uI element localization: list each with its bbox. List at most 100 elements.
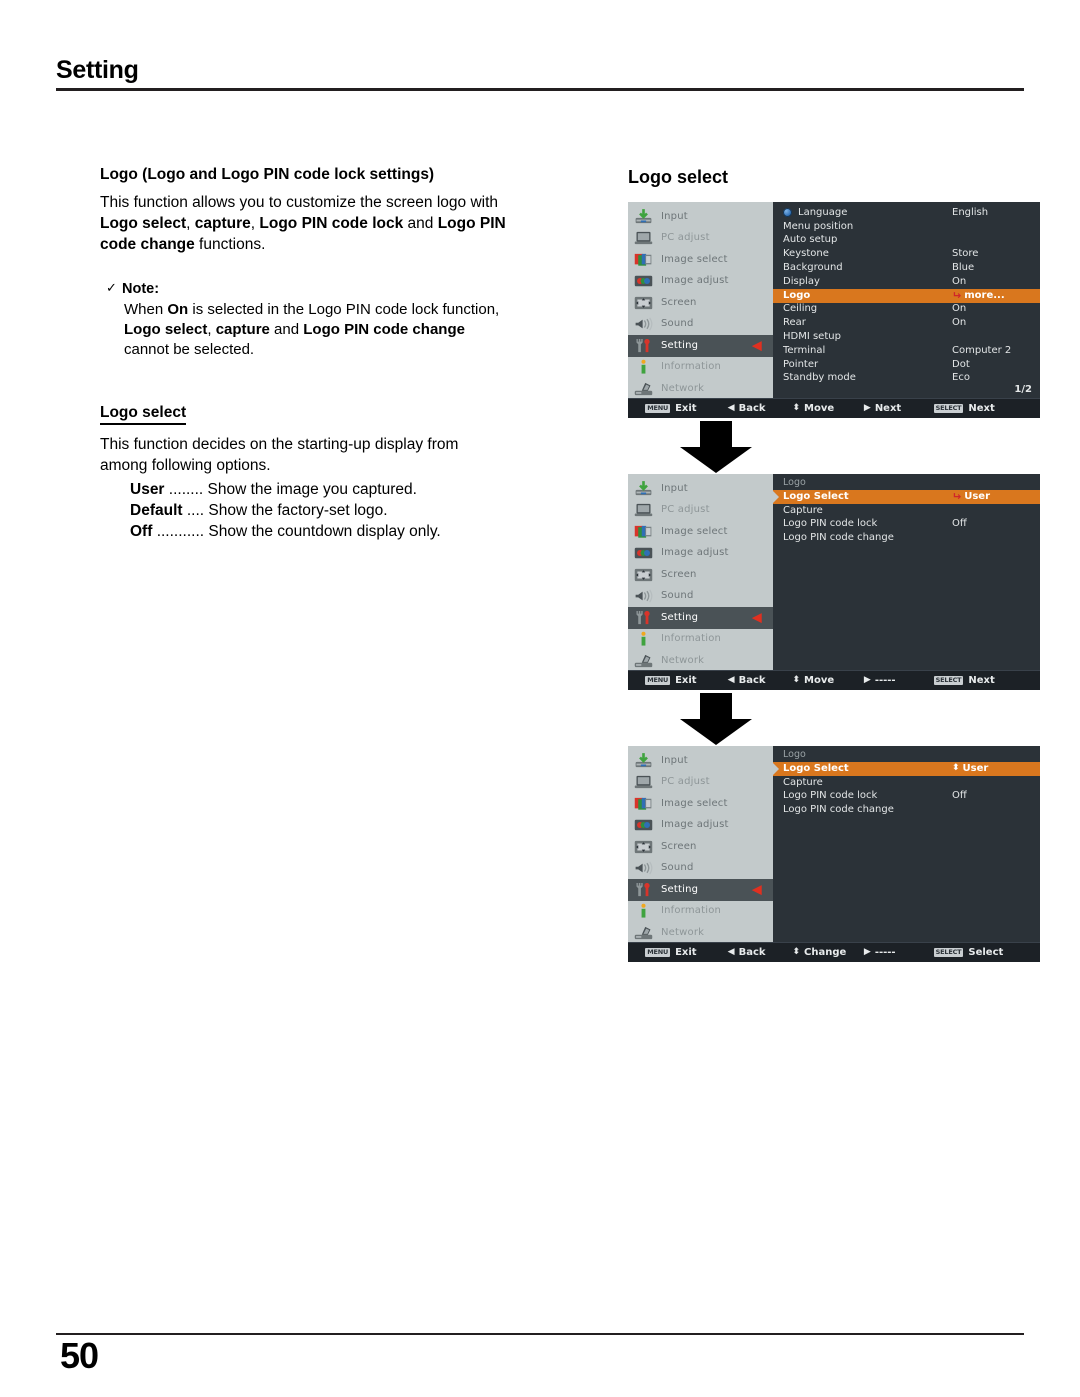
menu-item-label: Display	[783, 275, 820, 287]
sidebar-item-label: PC adjust	[661, 504, 710, 516]
menu-item-value: ⬍ User	[952, 762, 1034, 774]
sidebar-item-network[interactable]: Network	[628, 378, 773, 400]
osd-footer-hint-change: ⬍ Change	[792, 947, 846, 958]
menu-item-auto-setup[interactable]: Auto setup	[773, 234, 1040, 248]
menu-item-value: Off	[952, 790, 967, 802]
menu-item-value: Blue	[952, 262, 975, 274]
menu-item-label: Logo PIN code lock	[783, 518, 878, 530]
options-list: User ........ Show the image you capture…	[100, 479, 600, 542]
sidebar-item-setting[interactable]: Setting ◀	[628, 879, 782, 901]
sidebar-item-input[interactable]: Input	[628, 750, 773, 772]
menu-item-ceiling[interactable]: Ceiling On	[773, 303, 1040, 317]
sidebar-item-pc-adjust[interactable]: PC adjust	[628, 500, 773, 522]
sidebar-item-label: Image adjust	[661, 819, 729, 831]
footer-hint-label: Change	[804, 947, 847, 958]
osd-footer-hint--: ▶ -----	[864, 675, 896, 686]
footer-hint-label: Back	[738, 947, 766, 958]
menu-item-logo[interactable]: Logo ↵ more...	[773, 288, 1040, 303]
sidebar-item-label: Setting	[661, 883, 699, 895]
menu-item-logo-pin-code-lock[interactable]: Logo PIN code lock Off	[773, 518, 1040, 532]
menu-item-rear[interactable]: Rear On	[773, 316, 1040, 330]
image-adjust-icon	[633, 816, 654, 834]
sidebar-active-caret-icon: ◀	[751, 338, 762, 354]
menu-item-logo-pin-code-change[interactable]: Logo PIN code change	[773, 531, 1040, 545]
sidebar-item-image-select[interactable]: Image select	[628, 249, 773, 271]
image-select-icon	[633, 251, 654, 269]
input-icon	[633, 752, 654, 770]
sidebar-item-label: Screen	[661, 840, 697, 852]
pc-adjust-icon	[633, 229, 654, 247]
osd-panel-title: Logo	[783, 749, 806, 760]
input-icon	[633, 208, 654, 226]
sidebar-item-setting[interactable]: Setting ◀	[628, 335, 782, 357]
menu-item-label: Logo Select	[783, 762, 849, 774]
sidebar-item-label: Image adjust	[661, 275, 729, 287]
sidebar-item-image-select[interactable]: Image select	[628, 521, 773, 543]
sidebar-item-screen[interactable]: Screen	[628, 292, 773, 314]
footer-glyph-icon: ⬍	[792, 403, 800, 413]
network-icon	[633, 380, 654, 398]
option-row: Off ........... Show the countdown displ…	[130, 521, 600, 542]
image-select-icon	[633, 523, 654, 541]
sidebar-item-network[interactable]: Network	[628, 650, 773, 672]
menu-item-label: Logo Select	[783, 490, 849, 502]
note-title: ✓ Note:	[100, 280, 600, 297]
footer-hint-label: Select	[968, 947, 1004, 958]
return-arrow-icon: ↵	[952, 289, 962, 303]
sidebar-item-label: Sound	[661, 318, 694, 330]
pc-adjust-icon	[633, 773, 654, 791]
menu-item-capture[interactable]: Capture	[773, 776, 1040, 790]
sidebar-item-label: Setting	[661, 611, 699, 623]
menu-item-logo-select[interactable]: Logo Select ⬍ User	[772, 762, 1040, 776]
section-heading: Logo (Logo and Logo PIN code lock settin…	[100, 166, 435, 183]
menu-item-label: Ceiling	[783, 303, 818, 315]
menu-item-language[interactable]: Language English	[773, 206, 1040, 220]
sidebar-item-screen[interactable]: Screen	[628, 836, 773, 858]
sidebar-item-image-select[interactable]: Image select	[628, 793, 773, 815]
menu-item-label: Language	[798, 206, 848, 218]
sidebar-item-input[interactable]: Input	[628, 478, 773, 500]
sidebar-item-information[interactable]: Information	[628, 901, 773, 923]
menu-item-hdmi-setup[interactable]: HDMI setup	[773, 330, 1040, 344]
sidebar-item-pc-adjust[interactable]: PC adjust	[628, 228, 773, 250]
osd-footer: MENU Exit ◀ Back ⬍ Change ▶ ----- SELECT Select	[628, 942, 1040, 962]
sidebar-item-sound[interactable]: Sound	[628, 314, 773, 336]
sidebar-item-image-adjust[interactable]: Image adjust	[628, 271, 773, 293]
sidebar-item-sound[interactable]: Sound	[628, 858, 773, 880]
menu-item-value: On	[952, 275, 967, 287]
sidebar-item-input[interactable]: Input	[628, 206, 773, 228]
keycap-select: SELECT	[933, 404, 964, 413]
sidebar-item-network[interactable]: Network	[628, 922, 773, 944]
menu-item-pointer[interactable]: Pointer Dot	[773, 358, 1040, 372]
menu-item-logo-pin-code-lock[interactable]: Logo PIN code lock Off	[773, 790, 1040, 804]
sidebar-item-information[interactable]: Information	[628, 357, 773, 379]
menu-item-display[interactable]: Display On	[773, 275, 1040, 289]
sidebar-item-label: Sound	[661, 862, 694, 874]
menu-item-logo-select[interactable]: Logo Select ↵ User	[772, 490, 1040, 504]
footer-glyph-icon: ▶	[863, 947, 871, 957]
keycap-menu: MENU	[645, 404, 671, 413]
menu-item-value-text: User	[962, 762, 989, 774]
setting-icon	[633, 609, 654, 627]
menu-item-keystone[interactable]: Keystone Store	[773, 247, 1040, 261]
menu-item-terminal[interactable]: Terminal Computer 2	[773, 344, 1040, 358]
sidebar-item-setting[interactable]: Setting ◀	[628, 607, 782, 629]
footer-glyph-icon: ⬍	[792, 675, 800, 685]
note-body: When On is selected in the Logo PIN code…	[100, 300, 600, 360]
note-line1-a: When	[124, 301, 168, 319]
sidebar-item-image-adjust[interactable]: Image adjust	[628, 543, 773, 565]
menu-item-background[interactable]: Background Blue	[773, 261, 1040, 275]
menu-item-standby-mode[interactable]: Standby mode Eco	[773, 372, 1040, 386]
sidebar-item-information[interactable]: Information	[628, 629, 773, 651]
menu-item-logo-pin-code-change[interactable]: Logo PIN code change	[773, 803, 1040, 817]
osd-panel-title: Logo	[783, 477, 806, 488]
screen-icon	[633, 294, 654, 312]
menu-item-capture[interactable]: Capture	[773, 504, 1040, 518]
sidebar-item-screen[interactable]: Screen	[628, 564, 773, 586]
menu-item-menu-position[interactable]: Menu position	[773, 220, 1040, 234]
sidebar-item-label: PC adjust	[661, 232, 710, 244]
sidebar-item-sound[interactable]: Sound	[628, 586, 773, 608]
osd-setting-menu: Input PC adjust Image select Image adjust Sc…	[628, 202, 1040, 418]
sidebar-item-image-adjust[interactable]: Image adjust	[628, 815, 773, 837]
sidebar-item-pc-adjust[interactable]: PC adjust	[628, 772, 773, 794]
